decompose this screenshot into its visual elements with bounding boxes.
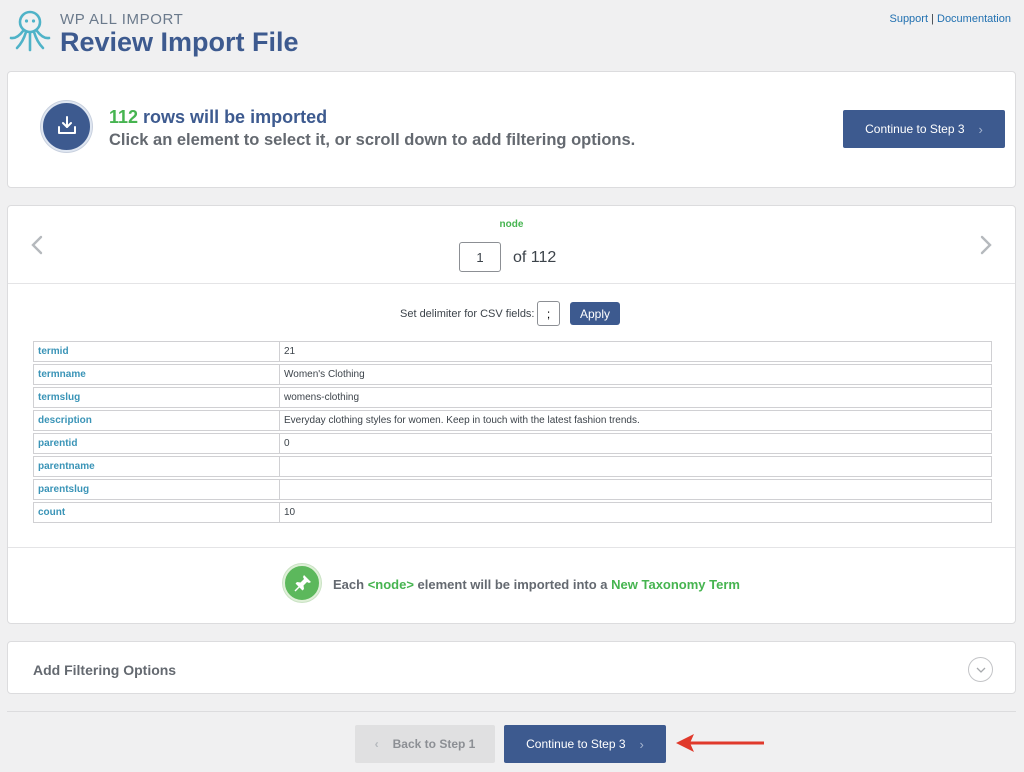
field-value[interactable]: Everyday clothing styles for women. Keep… bbox=[279, 410, 992, 431]
page-header: WP ALL IMPORT Review Import File Support… bbox=[0, 0, 1024, 62]
divider bbox=[8, 547, 1015, 548]
field-value[interactable]: 21 bbox=[279, 341, 992, 362]
help-links: Support | Documentation bbox=[889, 13, 1011, 25]
field-name[interactable]: termid bbox=[33, 341, 279, 362]
continue-step3-button-bottom[interactable]: Continue to Step 3 › bbox=[504, 725, 666, 763]
note-prefix: Each bbox=[333, 577, 368, 592]
continue-label: Continue to Step 3 bbox=[865, 122, 965, 136]
note-middle: element will be imported into a bbox=[413, 577, 612, 592]
field-name[interactable]: count bbox=[33, 502, 279, 523]
divider bbox=[7, 711, 1016, 712]
field-name[interactable]: parentname bbox=[33, 456, 279, 477]
support-link[interactable]: Support bbox=[889, 13, 928, 25]
table-row[interactable]: parentname bbox=[33, 456, 992, 477]
field-name[interactable]: termname bbox=[33, 364, 279, 385]
field-value[interactable]: Women's Clothing bbox=[279, 364, 992, 385]
chevron-right-icon: › bbox=[639, 736, 644, 752]
table-row[interactable]: termname Women's Clothing bbox=[33, 364, 992, 385]
chevron-left-icon: ‹ bbox=[374, 737, 379, 751]
link-separator: | bbox=[931, 13, 934, 25]
pushpin-icon bbox=[283, 564, 321, 602]
field-value[interactable] bbox=[279, 479, 992, 500]
node-label: node bbox=[499, 219, 524, 230]
back-step1-button[interactable]: ‹ Back to Step 1 bbox=[355, 725, 495, 763]
selection-hint: Click an element to select it, or scroll… bbox=[109, 131, 636, 149]
continue-step3-button-top[interactable]: Continue to Step 3 › bbox=[843, 110, 1005, 148]
chevron-down-icon[interactable] bbox=[968, 657, 993, 682]
record-total: of 112 bbox=[513, 249, 557, 266]
octopus-logo-icon bbox=[9, 10, 51, 52]
table-row[interactable]: parentid 0 bbox=[33, 433, 992, 454]
rows-text: rows will be imported bbox=[138, 107, 328, 127]
annotation-arrow-icon bbox=[676, 734, 764, 752]
delimiter-input[interactable] bbox=[537, 301, 560, 326]
table-row[interactable]: termslug womens-clothing bbox=[33, 387, 992, 408]
divider bbox=[8, 283, 1015, 284]
field-name[interactable]: termslug bbox=[33, 387, 279, 408]
field-value[interactable] bbox=[279, 456, 992, 477]
record-fields-table: termid 21 termname Women's Clothing term… bbox=[33, 339, 992, 525]
table-row[interactable]: termid 21 bbox=[33, 341, 992, 362]
chevron-right-icon[interactable] bbox=[979, 234, 993, 262]
field-name[interactable]: parentid bbox=[33, 433, 279, 454]
rows-summary: 112 rows will be imported bbox=[109, 107, 327, 128]
brand-name: WP ALL IMPORT bbox=[60, 11, 184, 28]
rows-count: 112 bbox=[109, 107, 139, 127]
field-name[interactable]: parentslug bbox=[33, 479, 279, 500]
documentation-link[interactable]: Documentation bbox=[937, 13, 1011, 25]
node-viewer-panel: node of 112 Set delimiter for CSV fields… bbox=[7, 205, 1016, 624]
back-label: Back to Step 1 bbox=[392, 737, 476, 751]
field-value[interactable]: womens-clothing bbox=[279, 387, 992, 408]
delimiter-label: Set delimiter for CSV fields: bbox=[400, 308, 535, 320]
continue-label: Continue to Step 3 bbox=[526, 737, 626, 751]
chevron-left-icon[interactable] bbox=[30, 234, 44, 262]
element-tag: <node> bbox=[367, 577, 414, 592]
download-tray-icon bbox=[41, 101, 92, 152]
chevron-right-icon: › bbox=[978, 121, 983, 137]
field-value[interactable]: 0 bbox=[279, 433, 992, 454]
table-row[interactable]: description Everyday clothing styles for… bbox=[33, 410, 992, 431]
import-summary-panel: 112 rows will be imported Click an eleme… bbox=[7, 71, 1016, 188]
field-name[interactable]: description bbox=[33, 410, 279, 431]
page-title: Review Import File bbox=[60, 27, 299, 57]
record-number-input[interactable] bbox=[459, 242, 501, 272]
import-target-note: Each <node> element will be imported int… bbox=[333, 577, 740, 592]
field-value[interactable]: 10 bbox=[279, 502, 992, 523]
table-row[interactable]: count 10 bbox=[33, 502, 992, 523]
filtering-title[interactable]: Add Filtering Options bbox=[33, 662, 176, 678]
table-row[interactable]: parentslug bbox=[33, 479, 992, 500]
filtering-options-panel[interactable]: Add Filtering Options bbox=[7, 641, 1016, 694]
apply-button[interactable]: Apply bbox=[570, 302, 620, 325]
import-target-type: New Taxonomy Term bbox=[611, 577, 740, 592]
